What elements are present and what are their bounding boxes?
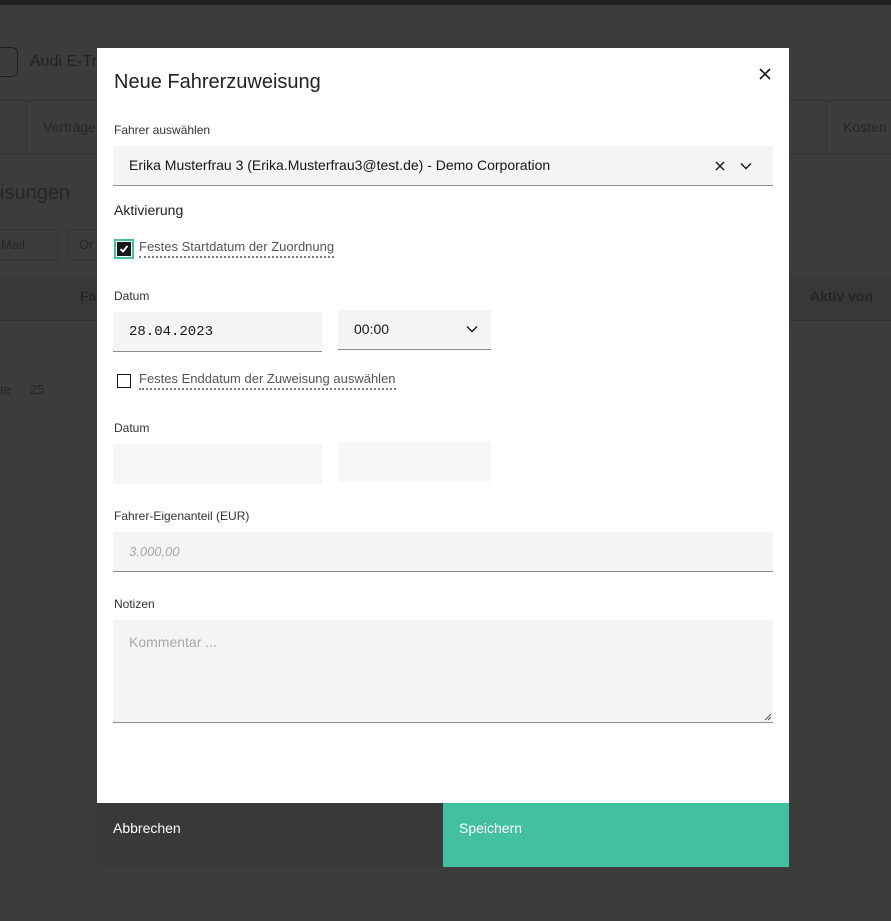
start-date-value: 28.04.2023 (129, 324, 214, 340)
contribution-placeholder: 3.000,00 (129, 544, 180, 559)
start-date-checkbox-label[interactable]: Festes Startdatum der Zuordnung (139, 239, 335, 258)
driver-select[interactable]: Erika Musterfrau 3 (Erika.Musterfrau3@te… (113, 146, 773, 186)
close-icon (759, 68, 771, 80)
end-time-select (338, 442, 491, 482)
driver-select-value: Erika Musterfrau 3 (Erika.Musterfrau3@te… (129, 157, 551, 173)
back-chip (0, 47, 18, 77)
modal-title: Neue Fahrerzuweisung (114, 71, 321, 93)
start-date-input[interactable]: 28.04.2023 (113, 312, 322, 352)
vehicle-title: Audi E-Tr (30, 53, 97, 70)
filter-email-label: Mail (1, 237, 25, 252)
close-button[interactable] (753, 62, 777, 86)
driver-assignment-modal: Neue Fahrerzuweisung Fahrer auswählen Er… (97, 48, 789, 867)
save-button-label: Speichern (459, 820, 523, 836)
driver-select-label: Fahrer auswählen (114, 123, 211, 137)
end-date-input (113, 444, 322, 484)
top-bar (0, 0, 891, 5)
chevron-down-icon (466, 326, 478, 333)
contribution-label: Fahrer-Eigenanteil (EUR) (114, 509, 250, 523)
tab-divider (26, 101, 27, 151)
tab-costs: Kosten (843, 119, 887, 135)
start-time-value: 00:00 (354, 321, 390, 337)
activation-heading: Aktivierung (114, 202, 184, 218)
start-time-toggle (464, 321, 480, 337)
start-date-label: Datum (114, 289, 150, 303)
notes-label: Notizen (114, 597, 155, 611)
pagination-label: te (0, 382, 11, 397)
end-date-label: Datum (114, 421, 150, 435)
resize-handle-icon[interactable] (764, 713, 772, 721)
clear-selection-button[interactable] (711, 157, 729, 175)
clear-icon (715, 161, 725, 171)
column-header-driver: Fa (80, 288, 97, 304)
start-time-select[interactable]: 00:00 (338, 310, 491, 350)
column-header-active-from: Aktiv von (810, 288, 874, 304)
start-date-checkbox[interactable] (114, 239, 134, 259)
notes-textarea[interactable]: Kommentar ... (113, 620, 773, 723)
filter-email: Mail (0, 229, 58, 261)
cancel-button-label: Abbrechen (113, 820, 181, 836)
tab-divider (826, 101, 827, 151)
end-date-checkbox-label[interactable]: Festes Enddatum der Zuweisung auswählen (139, 371, 396, 390)
save-button[interactable]: Speichern (443, 803, 789, 867)
filter-other-label: Or (79, 237, 94, 252)
contribution-input[interactable]: 3.000,00 (113, 532, 773, 572)
cancel-button[interactable]: Abbrechen (97, 803, 443, 867)
tab-contracts: Verträge (43, 119, 96, 135)
end-date-checkbox[interactable] (117, 374, 131, 388)
driver-select-toggle[interactable] (737, 157, 755, 175)
section-heading: isungen (0, 182, 71, 204)
pagination-size: 25 (30, 382, 45, 397)
notes-placeholder: Kommentar ... (129, 634, 217, 650)
checkmark-icon (119, 245, 129, 253)
chevron-down-icon (740, 163, 752, 170)
